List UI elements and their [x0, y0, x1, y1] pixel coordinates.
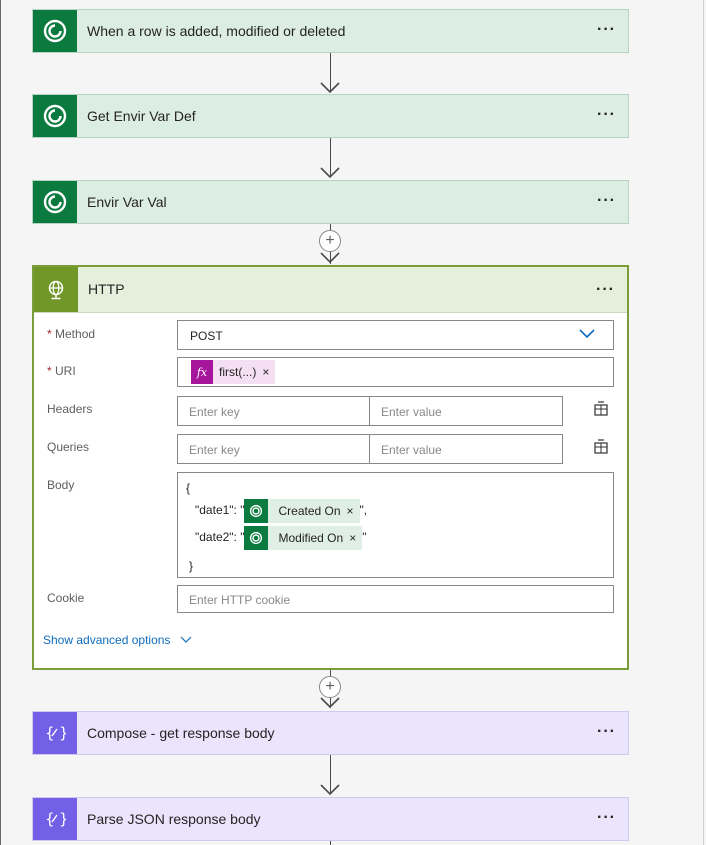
- more-options-button[interactable]: ···: [596, 267, 615, 312]
- canvas-left-border: [0, 0, 1, 845]
- queries-key-input[interactable]: Enter key: [177, 434, 370, 464]
- uri-label: * URI: [47, 364, 76, 378]
- cookie-input[interactable]: Enter HTTP cookie: [177, 585, 614, 613]
- remove-token-button[interactable]: ×: [349, 531, 362, 545]
- method-label: * Method: [47, 327, 96, 341]
- compose-step-card[interactable]: {} Compose - get response body ···: [32, 711, 629, 755]
- more-options-button[interactable]: ···: [597, 181, 616, 221]
- arrow-down-icon: [320, 697, 340, 709]
- get-envir-var-def-step-card[interactable]: Get Envir Var Def ···: [32, 94, 629, 138]
- step-title: Compose - get response body: [87, 725, 275, 741]
- headers-label: Headers: [47, 402, 93, 416]
- insert-step-button[interactable]: +: [319, 676, 341, 698]
- step-title: When a row is added, modified or deleted: [87, 23, 346, 39]
- body-line-date2: "date2": " Modified On × ": [195, 526, 366, 550]
- method-select[interactable]: POST: [177, 320, 614, 350]
- arrow-down-icon: [320, 784, 340, 796]
- dataverse-icon: [33, 181, 77, 223]
- remove-token-button[interactable]: ×: [262, 365, 275, 379]
- arrow-down-icon: [320, 167, 340, 179]
- remove-token-button[interactable]: ×: [347, 504, 360, 518]
- modified-on-token[interactable]: Modified On ×: [244, 526, 363, 550]
- more-options-button[interactable]: ···: [597, 95, 616, 135]
- body-textarea[interactable]: { "date1": " Created On × ", "date2": " Modi…: [177, 472, 614, 578]
- insert-step-button[interactable]: +: [319, 230, 341, 252]
- envir-var-val-step-card[interactable]: Envir Var Val ···: [32, 180, 629, 224]
- created-on-token[interactable]: Created On ×: [244, 499, 360, 523]
- headers-value-input[interactable]: Enter value: [369, 396, 563, 426]
- http-card-title: HTTP: [88, 281, 125, 297]
- http-card-header[interactable]: HTTP ···: [34, 267, 627, 313]
- connector-line: [330, 841, 331, 845]
- dataverse-icon: [33, 95, 77, 137]
- table-switch-icon[interactable]: [593, 401, 609, 417]
- dataverse-icon: [244, 499, 269, 523]
- svg-text:}: }: [59, 724, 66, 742]
- body-line-date1: "date1": " Created On × ",: [195, 499, 367, 523]
- uri-input[interactable]: fx first(...) ×: [177, 357, 614, 387]
- more-options-button[interactable]: ···: [597, 712, 616, 752]
- curly-braces-icon: {}: [33, 798, 77, 840]
- expression-token[interactable]: fx first(...) ×: [191, 360, 276, 384]
- canvas-right-border: [703, 0, 704, 845]
- globe-icon: [34, 267, 78, 312]
- step-title: Parse JSON response body: [87, 811, 261, 827]
- parse-json-step-card[interactable]: {} Parse JSON response body ···: [32, 797, 629, 841]
- svg-text:{: {: [45, 724, 55, 742]
- method-value: POST: [190, 329, 223, 343]
- table-switch-icon[interactable]: [593, 439, 609, 455]
- chevron-down-icon: [180, 636, 192, 643]
- arrow-down-icon: [320, 252, 340, 264]
- svg-text:}: }: [59, 810, 66, 828]
- step-title: Envir Var Val: [87, 194, 167, 210]
- arrow-down-icon: [320, 82, 340, 94]
- trigger-step-card[interactable]: When a row is added, modified or deleted…: [32, 9, 629, 53]
- fx-icon: fx: [191, 360, 213, 384]
- http-action-card: HTTP ··· * Method POST * URI fx first(..…: [32, 265, 629, 670]
- more-options-button[interactable]: ···: [597, 798, 616, 838]
- dataverse-icon: [33, 10, 77, 52]
- body-label: Body: [47, 478, 75, 492]
- chevron-down-icon: [579, 329, 595, 339]
- dataverse-icon: [244, 526, 269, 550]
- show-advanced-options-link[interactable]: Show advanced options: [43, 633, 192, 647]
- more-options-button[interactable]: ···: [597, 10, 616, 50]
- headers-key-input[interactable]: Enter key: [177, 396, 370, 426]
- svg-text:{: {: [45, 810, 55, 828]
- curly-braces-icon: {}: [33, 712, 77, 754]
- queries-label: Queries: [47, 440, 90, 454]
- step-title: Get Envir Var Def: [87, 108, 196, 124]
- queries-value-input[interactable]: Enter value: [369, 434, 563, 464]
- cookie-label: Cookie: [47, 591, 85, 605]
